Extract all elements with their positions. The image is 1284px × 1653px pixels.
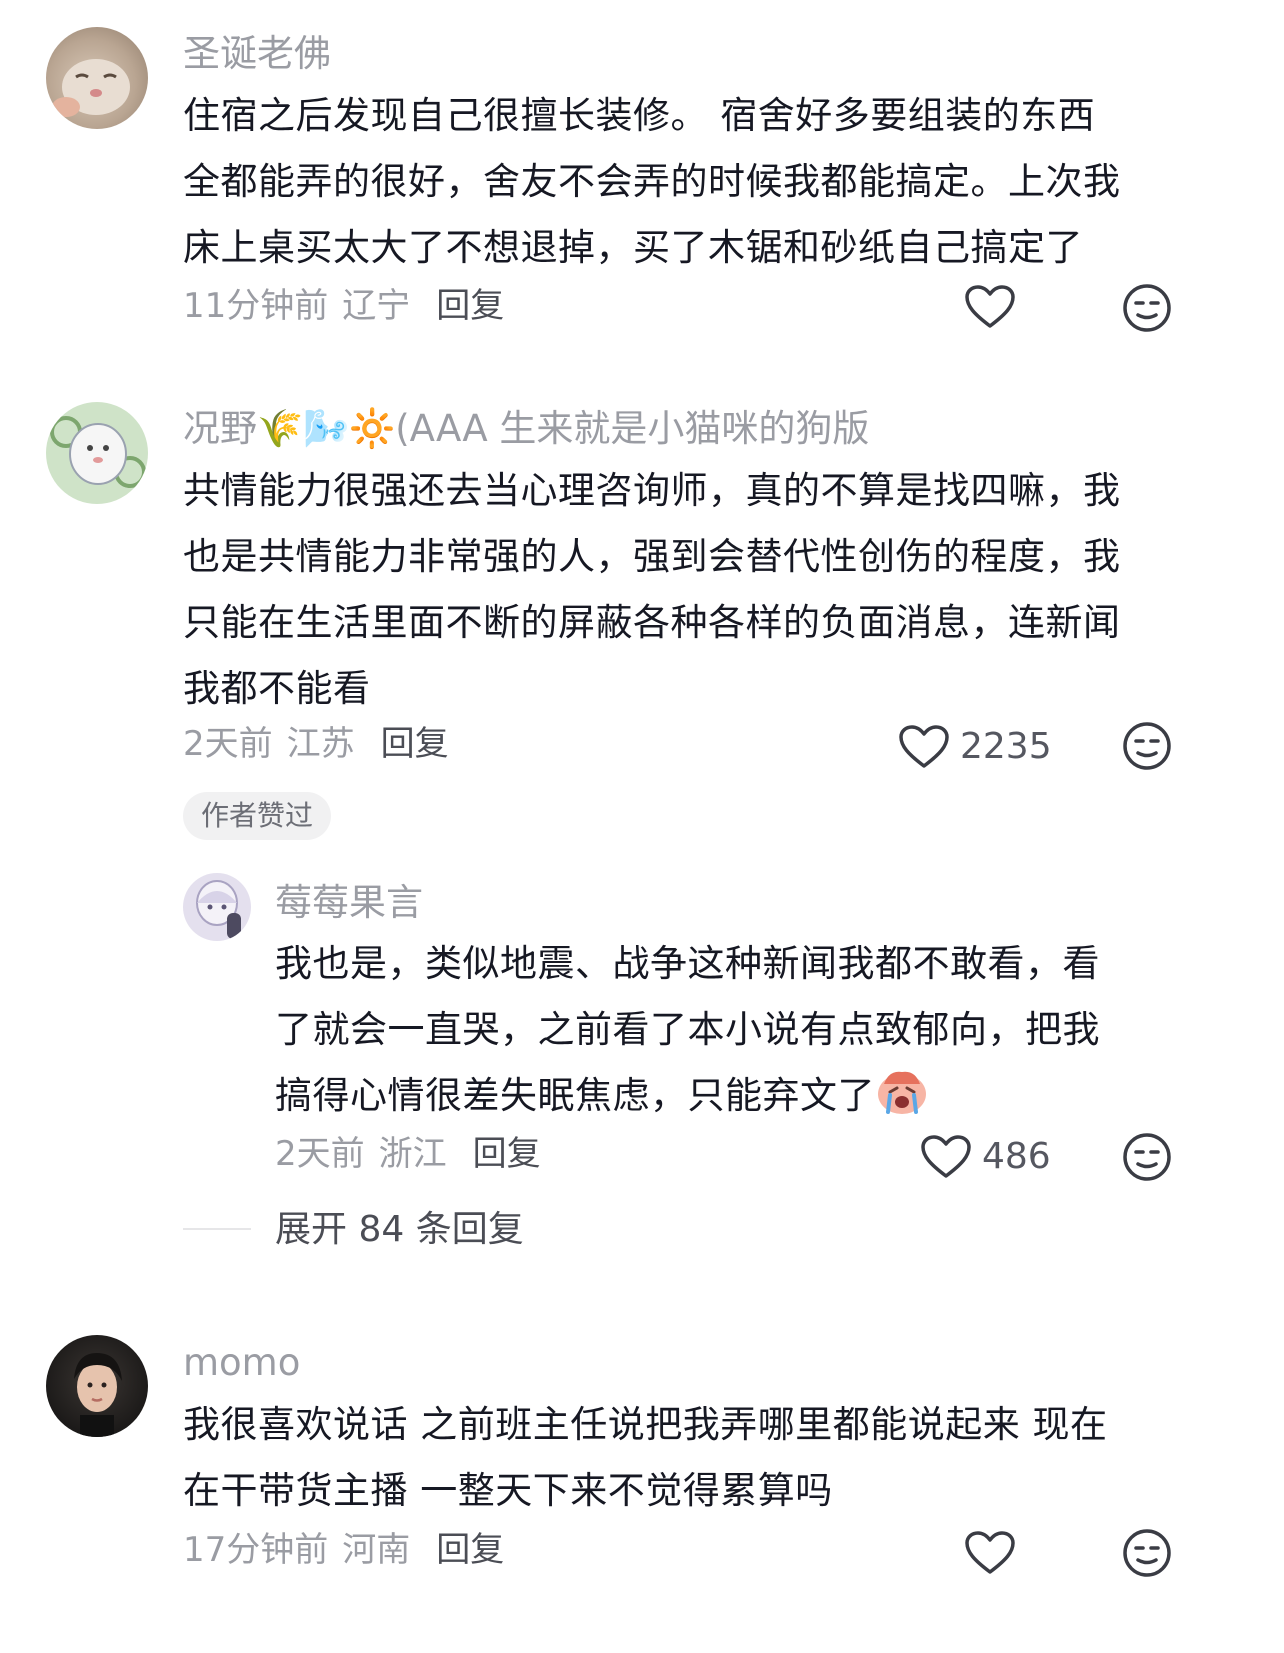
comment-meta: 2天前 江苏 回复 <box>183 724 449 764</box>
comment-line: 我都不能看 <box>183 667 371 710</box>
comment-time: 11分钟前 <box>183 286 329 326</box>
comment-meta: 11分钟前 辽宁 回复 <box>183 286 504 326</box>
username[interactable]: 莓莓果言 <box>275 881 423 925</box>
comment-time: 2天前 <box>275 1134 365 1174</box>
reply-button[interactable]: 回复 <box>436 286 504 326</box>
comment-line: 了就会一直哭，之前看了本小说有点致郁向，把我 <box>275 1008 1100 1051</box>
like-count: 486 <box>982 1136 1051 1177</box>
comment-line: 在干带货主播 一整天下来不觉得累算吗 <box>183 1469 833 1512</box>
comment-time: 17分钟前 <box>183 1530 329 1570</box>
author-liked-badge: 作者赞过 <box>183 792 332 840</box>
emoji-reaction-button[interactable] <box>1121 720 1173 772</box>
comment-line: 床上桌买太大了不想退掉，买了木锯和砂纸自己搞定了 <box>183 226 1083 269</box>
comment-meta: 17分钟前 河南 回复 <box>183 1530 504 1570</box>
username[interactable]: 况野🌾🌬️🔆(AAA 生来就是小猫咪的狗版 <box>183 407 869 451</box>
reply-button[interactable]: 回复 <box>473 1134 541 1174</box>
avatar[interactable] <box>183 873 251 941</box>
heart-icon <box>921 1135 971 1178</box>
comment-line: 搞得心情很差失眠焦虑，只能弃文了 <box>275 1063 1175 1137</box>
comment-location: 江苏 <box>286 724 355 764</box>
comment-text: 我也是，类似地震、战争这种新闻我都不敢看，看 了就会一直哭，之前看了本小说有点致… <box>275 931 1175 1137</box>
username[interactable]: 圣诞老佛 <box>183 32 331 76</box>
comment-text: 共情能力很强还去当心理咨询师，真的不算是找四嘛，我 也是共情能力非常强的人，强到… <box>183 458 1183 722</box>
like-button[interactable]: 486 <box>920 1134 1051 1180</box>
comment-line: 全都能弄的很好，舍友不会弄的时候我都能搞定。上次我 <box>183 160 1121 203</box>
anime-avatar-icon <box>196 880 241 939</box>
emoji-face-icon <box>1123 722 1171 770</box>
expand-replies-button[interactable]: 展开 84 条回复 <box>275 1210 524 1250</box>
comment-location: 河南 <box>342 1530 411 1570</box>
heart-icon <box>899 725 949 768</box>
comment-line: 住宿之后发现自己很擅长装修。 宿舍好多要组装的东西 <box>183 94 1096 137</box>
like-button[interactable] <box>964 284 1016 330</box>
username[interactable]: momo <box>183 1341 300 1385</box>
expand-divider <box>183 1228 251 1230</box>
comment-location: 浙江 <box>378 1134 447 1174</box>
crying-emoji-icon <box>875 1066 929 1137</box>
reply-button[interactable]: 回复 <box>436 1530 504 1570</box>
heart-icon <box>965 285 1015 328</box>
comment-location: 辽宁 <box>342 286 411 326</box>
avatar[interactable] <box>46 402 148 504</box>
emoji-reaction-button[interactable] <box>1121 282 1173 334</box>
emoji-face-icon <box>1123 1133 1171 1181</box>
emoji-reaction-button[interactable] <box>1121 1131 1173 1183</box>
portrait-avatar-icon <box>74 1353 122 1437</box>
comment-line-text: 搞得心情很差失眠焦虑，只能弃文了 <box>275 1074 875 1117</box>
avatar[interactable] <box>46 1335 148 1437</box>
like-button[interactable] <box>964 1530 1016 1576</box>
cartoon-avatar-icon <box>50 416 146 488</box>
emoji-face-icon <box>1123 1529 1171 1577</box>
comment-time: 2天前 <box>183 724 273 764</box>
comment-text: 住宿之后发现自己很擅长装修。 宿舍好多要组装的东西 全都能弄的很好，舍友不会弄的… <box>183 83 1183 281</box>
comment-line: 共情能力很强还去当心理咨询师，真的不算是找四嘛，我 <box>183 469 1121 512</box>
comment-line: 我很喜欢说话 之前班主任说把我弄哪里都能说起来 现在 <box>183 1403 1108 1446</box>
comment-text: 我很喜欢说话 之前班主任说把我弄哪里都能说起来 现在 在干带货主播 一整天下来不… <box>183 1392 1183 1524</box>
like-button[interactable]: 2235 <box>898 724 1052 770</box>
cat-avatar-icon <box>52 59 130 117</box>
comment-meta: 2天前 浙江 回复 <box>275 1134 541 1174</box>
like-count: 2235 <box>960 726 1052 767</box>
reply-button[interactable]: 回复 <box>381 724 449 764</box>
heart-icon <box>965 1531 1015 1574</box>
emoji-face-icon <box>1123 284 1171 332</box>
comment-line: 只能在生活里面不断的屏蔽各种各样的负面消息，连新闻 <box>183 601 1121 644</box>
emoji-reaction-button[interactable] <box>1121 1527 1173 1579</box>
avatar[interactable] <box>46 27 148 129</box>
comment-line: 我也是，类似地震、战争这种新闻我都不敢看，看 <box>275 942 1100 985</box>
comment-line: 也是共情能力非常强的人，强到会替代性创伤的程度，我 <box>183 535 1121 578</box>
